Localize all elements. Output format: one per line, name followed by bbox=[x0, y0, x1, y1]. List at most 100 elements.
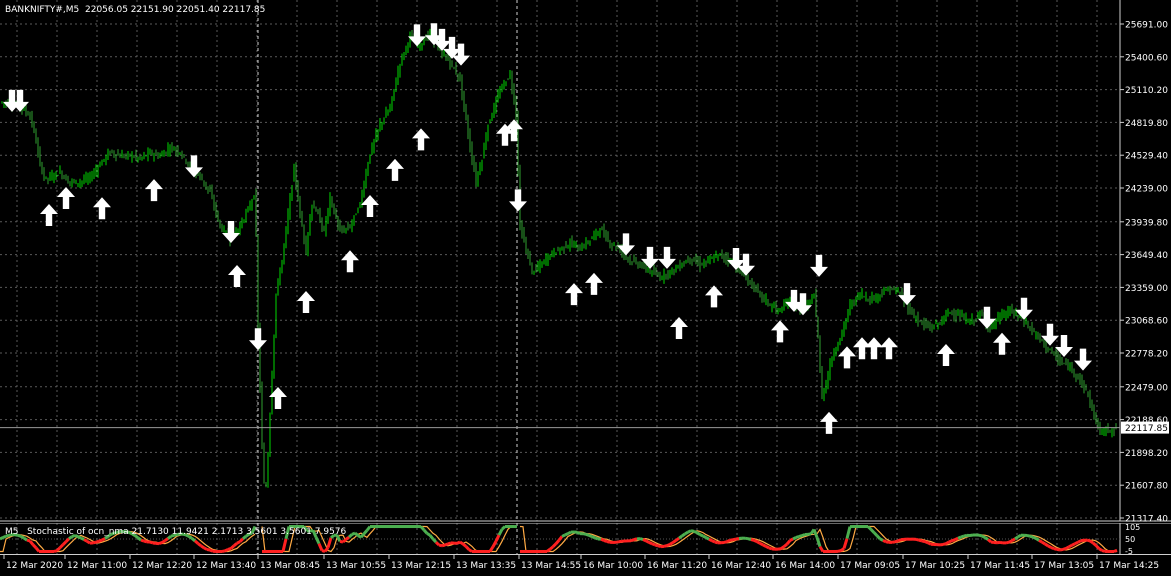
stochastic-main-line bbox=[840, 547, 845, 552]
stochastic-main-line bbox=[681, 532, 686, 538]
indicator-level-label: -5 bbox=[1125, 547, 1133, 555]
price-tick-label: 23939.80 bbox=[1125, 218, 1168, 228]
stochastic-main-line bbox=[447, 541, 452, 546]
stochastic-main-line bbox=[341, 538, 348, 544]
sell-arrow-icon bbox=[810, 254, 828, 277]
sell-arrow-icon bbox=[249, 328, 267, 351]
stochastic-main-line bbox=[227, 547, 232, 551]
chart-title: BANKNIFTY#,M5 22056.05 22151.90 22051.40… bbox=[5, 5, 265, 16]
stochastic-main-line bbox=[236, 540, 241, 545]
stochastic-main-line bbox=[789, 537, 794, 542]
stochastic-main-line bbox=[582, 532, 587, 536]
stochastic-main-line bbox=[194, 539, 199, 545]
current-price-label: 22117.85 bbox=[1125, 424, 1168, 434]
buy-arrow-icon bbox=[880, 337, 898, 360]
price-tick-label: 21317.40 bbox=[1125, 515, 1168, 523]
time-label: 16 Mar 12:40 bbox=[711, 561, 771, 571]
stochastic-main-line bbox=[354, 531, 359, 537]
chart-window[interactable]: 25691.00 25400.60 25110.20 24819.80 24529.40… bbox=[0, 0, 1171, 576]
stochastic-main-line bbox=[948, 539, 953, 544]
stochastic-main-line bbox=[798, 534, 803, 539]
stochastic-main-line bbox=[1026, 534, 1031, 538]
stochastic-main-line bbox=[549, 545, 554, 551]
time-label: 17 Mar 11:45 bbox=[970, 561, 1030, 571]
stochastic-main-line bbox=[714, 540, 719, 545]
stochastic-main-line bbox=[642, 538, 647, 543]
stochastic-main-line bbox=[744, 536, 749, 541]
stochastic-main-line bbox=[101, 537, 106, 542]
stochastic-main-line bbox=[645, 539, 650, 544]
sell-arrow-icon bbox=[408, 24, 426, 47]
stochastic-main-line bbox=[690, 529, 695, 533]
stochastic-main-line bbox=[942, 542, 947, 546]
stochastic-main-line bbox=[197, 542, 202, 548]
stochastic-main-line bbox=[750, 538, 755, 542]
stochastic-main-line bbox=[26, 538, 31, 543]
time-label: 12 Mar 12:20 bbox=[132, 561, 192, 571]
symbol-label: BANKNIFTY#,M5 bbox=[5, 5, 80, 15]
price-chart[interactable]: 25691.00 25400.60 25110.20 24819.80 24529.40… bbox=[0, 0, 1171, 522]
stochastic-main-line bbox=[837, 549, 842, 553]
stochastic-main-line bbox=[92, 540, 97, 545]
stochastic-main-line bbox=[693, 529, 698, 534]
stochastic-main-line bbox=[987, 538, 992, 544]
stochastic-main-line bbox=[1053, 547, 1058, 551]
buy-arrow-icon bbox=[705, 285, 723, 308]
stochastic-main-line bbox=[866, 525, 873, 531]
sell-arrow-icon bbox=[222, 220, 240, 243]
time-label: 13 Mar 13:35 bbox=[456, 561, 516, 571]
signal-arrows bbox=[3, 23, 1092, 434]
stochastic-main-line bbox=[603, 539, 608, 543]
stochastic-main-line bbox=[678, 534, 683, 540]
stochastic-main-line bbox=[1035, 537, 1040, 542]
price-tick-label: 21607.80 bbox=[1125, 482, 1168, 492]
stochastic-main-line bbox=[918, 538, 923, 543]
stochastic-main-line bbox=[705, 536, 710, 541]
stochastic-main-line bbox=[345, 535, 350, 541]
stochastic-main-line bbox=[957, 535, 962, 540]
stochastic-main-line bbox=[576, 530, 581, 535]
buy-arrow-icon bbox=[585, 272, 603, 295]
stochastic-main-line bbox=[567, 530, 572, 535]
stochastic-main-line bbox=[981, 534, 986, 539]
stochastic-main-line bbox=[960, 534, 965, 539]
price-tick-label: 22479.00 bbox=[1125, 383, 1168, 393]
stochastic-main-line bbox=[879, 537, 884, 542]
buy-arrow-icon bbox=[838, 346, 856, 369]
stochastic-main-line bbox=[468, 548, 473, 553]
price-tick-label: 24239.00 bbox=[1125, 185, 1168, 195]
stochastic-main-line bbox=[551, 542, 558, 548]
stochastic-main-line bbox=[729, 538, 734, 542]
stochastic-main-line bbox=[238, 537, 245, 543]
stochastic-main-line bbox=[1101, 549, 1106, 553]
stochastic-main-line bbox=[672, 539, 677, 544]
buy-arrow-icon bbox=[40, 203, 58, 226]
stochastic-main-line bbox=[780, 545, 785, 550]
stochastic-main-line bbox=[792, 536, 797, 541]
stochastic-main-line bbox=[86, 539, 91, 545]
stochastic-main-line bbox=[747, 537, 752, 541]
sell-arrow-icon bbox=[1074, 348, 1092, 371]
stochastic-main-line bbox=[1050, 546, 1055, 551]
stochastic-main-line bbox=[95, 539, 100, 544]
stochastic-main-line bbox=[633, 537, 638, 542]
stochastic-main-line bbox=[768, 546, 773, 551]
stochastic-main-line bbox=[1071, 542, 1076, 547]
stochastic-main-line bbox=[897, 538, 902, 543]
stochastic-main-line bbox=[1089, 539, 1094, 545]
stochastic-main-line bbox=[1074, 540, 1079, 546]
stochastic-main-line bbox=[1014, 535, 1019, 541]
time-label: 13 Mar 14:55 bbox=[521, 561, 581, 571]
price-tick-label: 25691.00 bbox=[1125, 21, 1168, 31]
time-label: 17 Mar 13:05 bbox=[1034, 561, 1094, 571]
stochastic-main-line bbox=[434, 541, 441, 547]
indicator-title: M5 Stochastic of ocn_nma 21.7130 11.9421… bbox=[5, 527, 347, 537]
stochastic-main-line bbox=[921, 539, 926, 544]
stochastic-main-line bbox=[149, 540, 154, 545]
sell-arrow-icon bbox=[898, 283, 916, 306]
stochastic-main-line bbox=[164, 537, 169, 542]
stochastic-main-line bbox=[229, 544, 236, 550]
stochastic-main-line bbox=[161, 539, 166, 544]
stochastic-main-line bbox=[98, 538, 103, 543]
buy-arrow-icon bbox=[853, 337, 871, 360]
